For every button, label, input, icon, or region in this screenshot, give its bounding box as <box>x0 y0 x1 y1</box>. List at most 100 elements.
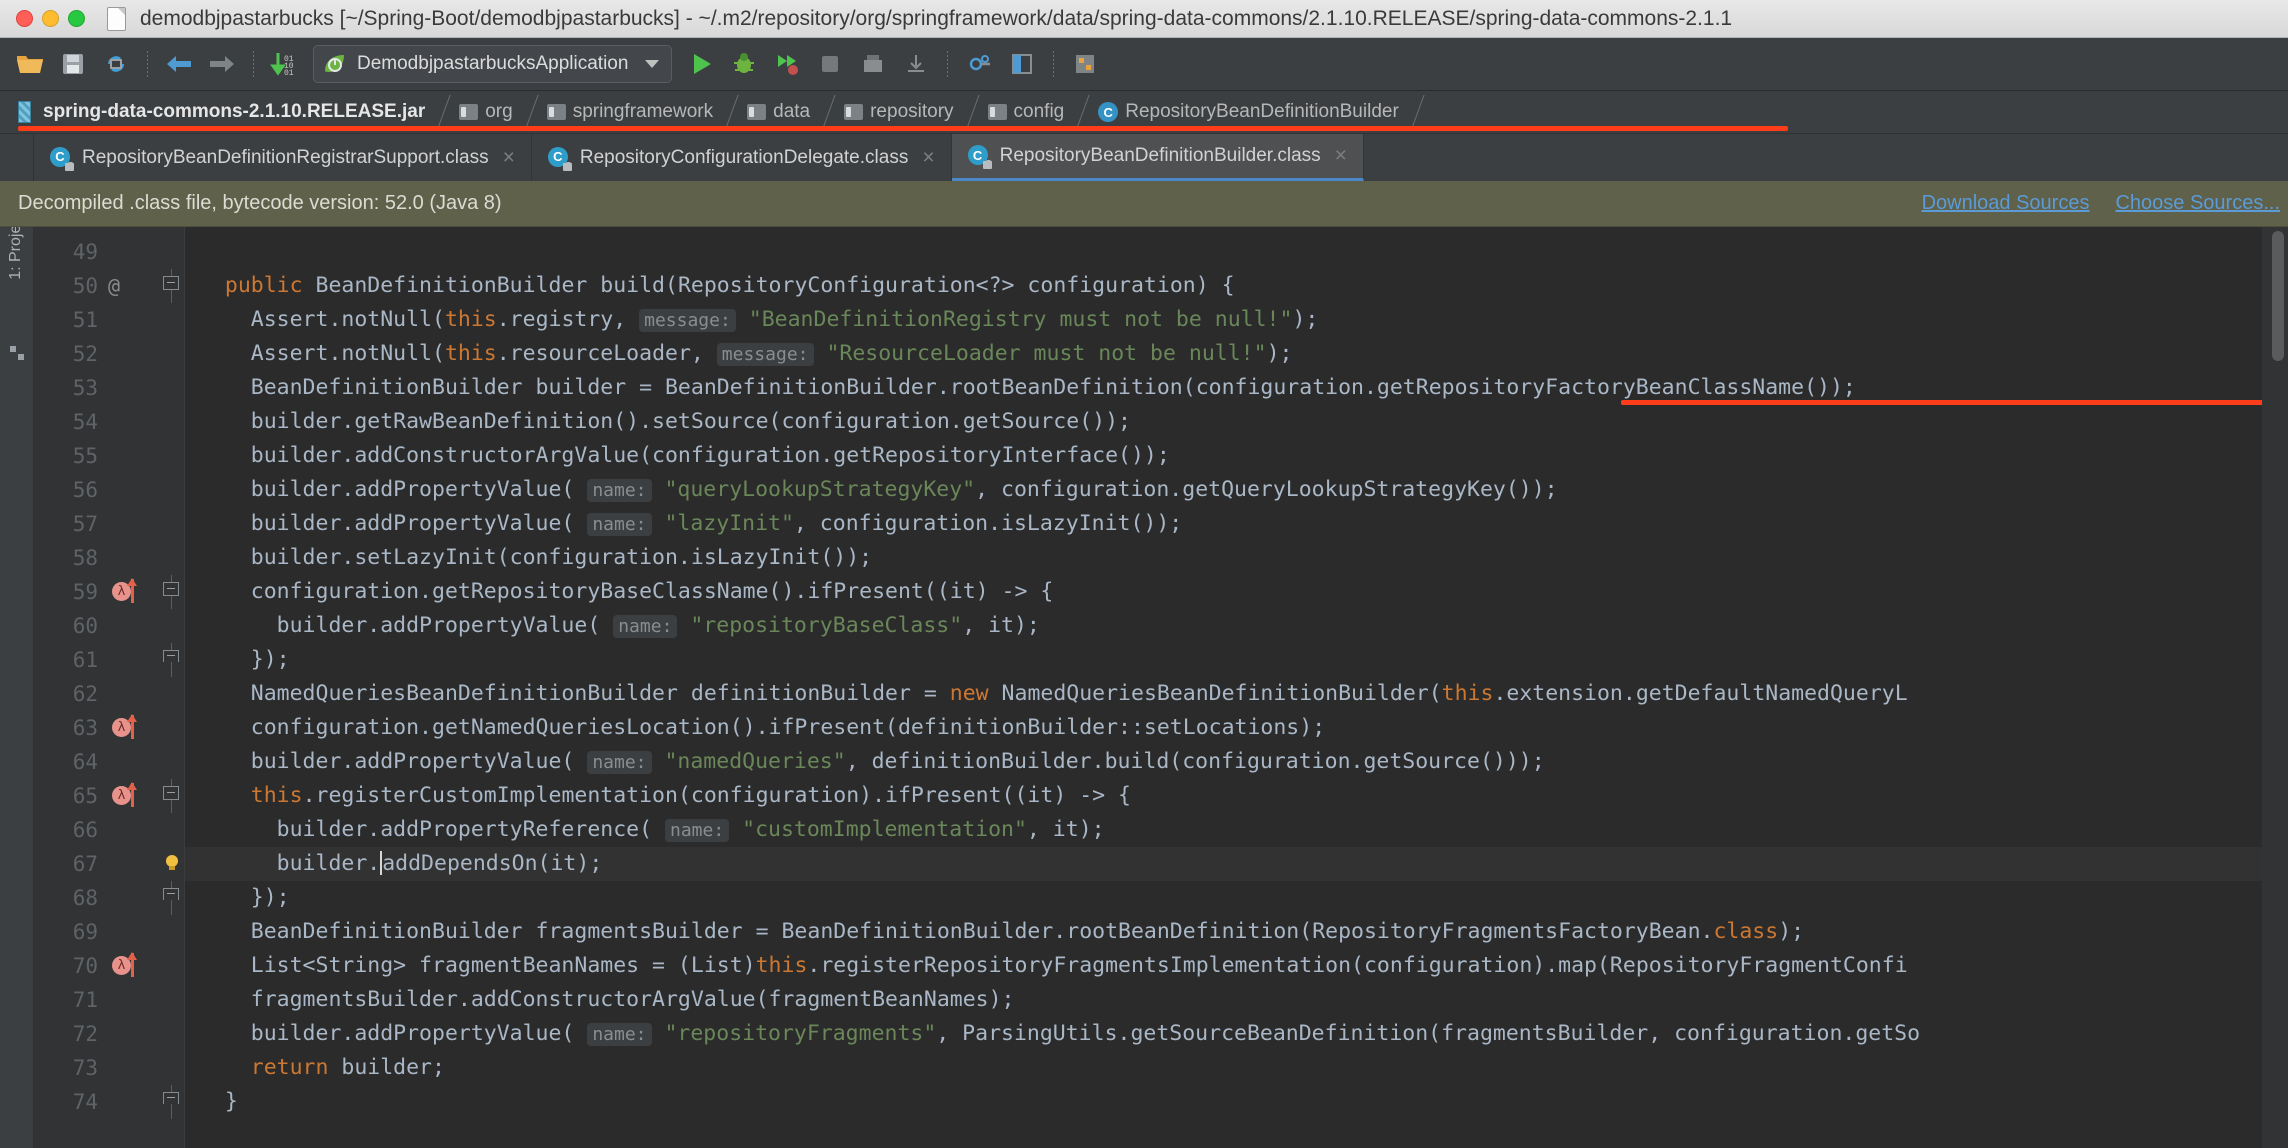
open-folder-icon[interactable] <box>10 44 50 84</box>
gutter-line[interactable]: 71 <box>34 983 184 1017</box>
code-line[interactable]: BeanDefinitionBuilder fragmentsBuilder =… <box>185 915 2262 949</box>
intention-bulb-icon[interactable] <box>162 853 182 873</box>
chevron-down-icon[interactable] <box>645 60 660 68</box>
code-line[interactable]: builder.addPropertyValue( name: "reposit… <box>185 1017 2262 1051</box>
tab-repository-configuration-delegate[interactable]: C RepositoryConfigurationDelegate.class … <box>531 134 952 181</box>
close-icon[interactable]: × <box>922 146 934 170</box>
gutter-line[interactable]: 53 <box>34 371 184 405</box>
tab-repository-bean-definition-builder[interactable]: C RepositoryBeanDefinitionBuilder.class … <box>951 134 1364 181</box>
gutter-line[interactable]: 67 <box>34 847 184 881</box>
code-line[interactable]: return builder; <box>185 1051 2262 1085</box>
code-line[interactable]: configuration.getRepositoryBaseClassName… <box>185 575 2262 609</box>
gutter-line[interactable]: 55 <box>34 439 184 473</box>
code-line[interactable]: Assert.notNull(this.registry, message: "… <box>185 303 2262 337</box>
stop-icon[interactable] <box>810 44 850 84</box>
code-line[interactable]: builder.addConstructorArgValue(configura… <box>185 439 2262 473</box>
gutter-line[interactable]: 68 <box>34 881 184 915</box>
download-icon[interactable] <box>896 44 936 84</box>
gutter-line[interactable]: 74 <box>34 1085 184 1119</box>
gutter-line[interactable]: 63 λ <box>34 711 184 745</box>
save-all-icon[interactable] <box>53 44 93 84</box>
forward-arrow-icon[interactable] <box>202 44 242 84</box>
compile-icon[interactable]: 01 10 01 <box>265 44 305 84</box>
line-number: 62 <box>72 682 98 706</box>
code-line[interactable]: builder.addPropertyValue( name: "namedQu… <box>185 745 2262 779</box>
gutter-line[interactable]: 62 <box>34 677 184 711</box>
code-line[interactable]: builder.getRawBeanDefinition().setSource… <box>185 405 2262 439</box>
gutter-line[interactable]: 61 <box>34 643 184 677</box>
back-arrow-icon[interactable] <box>159 44 199 84</box>
gutter-line[interactable]: 57 <box>34 507 184 541</box>
editor-code[interactable]: public BeanDefinitionBuilder build(Repos… <box>184 227 2262 1148</box>
code-fold-toggle[interactable] <box>163 1092 179 1104</box>
toolbar-separator-3 <box>947 51 949 77</box>
code-line[interactable] <box>185 235 2262 269</box>
editor-right-gutter[interactable] <box>2262 227 2288 1148</box>
gutter-line[interactable]: 56 <box>34 473 184 507</box>
traffic-lights[interactable] <box>16 10 85 27</box>
close-icon[interactable]: × <box>503 146 515 170</box>
code-line[interactable]: NamedQueriesBeanDefinitionBuilder defini… <box>185 677 2262 711</box>
download-sources-link[interactable]: Download Sources <box>1922 192 2090 215</box>
code-fold-toggle[interactable] <box>163 786 179 800</box>
maximize-window-button[interactable] <box>68 10 85 27</box>
code-line[interactable]: } <box>185 1085 2262 1119</box>
code-line[interactable]: builder.addPropertyValue( name: "lazyIni… <box>185 507 2262 541</box>
editor-gutter[interactable]: 49 50 @51 52 53 54 55 56 57 58 59 λ 60 61 62 63 λ 64 65 λ 66… <box>34 227 184 1148</box>
gutter-line[interactable]: 65 λ <box>34 779 184 813</box>
code-line[interactable]: builder.setLazyInit(configuration.isLazy… <box>185 541 2262 575</box>
gutter-line[interactable]: 64 <box>34 745 184 779</box>
run-configuration-selector[interactable]: DemodbjpastarbucksApplication <box>313 45 673 83</box>
tab-repository-bean-definition-registrar-support[interactable]: C RepositoryBeanDefinitionRegistrarSuppo… <box>34 134 532 181</box>
structure-icon[interactable] <box>9 345 25 361</box>
close-window-button[interactable] <box>16 10 33 27</box>
gutter-line[interactable]: 59 λ <box>34 575 184 609</box>
gutter-line[interactable]: 52 <box>34 337 184 371</box>
code-fold-toggle[interactable] <box>163 888 179 900</box>
code-line[interactable]: configuration.getNamedQueriesLocation().… <box>185 711 2262 745</box>
minimize-window-button[interactable] <box>42 10 59 27</box>
run-coverage-icon[interactable] <box>767 44 807 84</box>
gutter-line[interactable]: 54 <box>34 405 184 439</box>
code-line[interactable]: }); <box>185 881 2262 915</box>
code-line[interactable]: builder.addPropertyValue( name: "reposit… <box>185 609 2262 643</box>
code-fold-toggle[interactable] <box>163 650 179 662</box>
line-number: 72 <box>72 1022 98 1046</box>
gutter-line[interactable]: 72 <box>34 1017 184 1051</box>
gutter-line[interactable]: 49 <box>34 235 184 269</box>
code-line[interactable]: builder.addPropertyReference( name: "cus… <box>185 813 2262 847</box>
settings-icon[interactable] <box>959 44 999 84</box>
structure-icon[interactable] <box>1065 44 1105 84</box>
code-line[interactable]: Assert.notNull(this.resourceLoader, mess… <box>185 337 2262 371</box>
sync-refresh-icon[interactable] <box>96 44 136 84</box>
close-icon[interactable]: × <box>1335 144 1347 168</box>
gutter-line[interactable]: 60 <box>34 609 184 643</box>
code-line[interactable]: builder.addPropertyValue( name: "queryLo… <box>185 473 2262 507</box>
gutter-line[interactable]: 58 <box>34 541 184 575</box>
implementing-arrow-icon[interactable] <box>127 952 137 977</box>
code-line[interactable]: this.registerCustomImplementation(config… <box>185 779 2262 813</box>
code-line[interactable]: builder.addDependsOn(it); <box>185 847 2262 881</box>
sidebar-item-project[interactable]: 1: Project <box>7 227 25 286</box>
code-line[interactable]: fragmentsBuilder.addConstructorArgValue(… <box>185 983 2262 1017</box>
gutter-line[interactable]: 69 <box>34 915 184 949</box>
gutter-line[interactable]: 51 <box>34 303 184 337</box>
run-icon[interactable] <box>681 44 721 84</box>
implementing-arrow-icon[interactable] <box>127 782 137 807</box>
implementing-arrow-icon[interactable] <box>127 714 137 739</box>
code-line[interactable]: public BeanDefinitionBuilder build(Repos… <box>185 269 2262 303</box>
code-line[interactable]: List<String> fragmentBeanNames = (List)t… <box>185 949 2262 983</box>
gutter-line[interactable]: 66 <box>34 813 184 847</box>
choose-sources-link[interactable]: Choose Sources... <box>2115 192 2280 215</box>
gutter-line[interactable]: 50 @ <box>34 269 184 303</box>
implementing-arrow-icon[interactable] <box>127 578 137 603</box>
code-fold-toggle[interactable] <box>163 276 179 290</box>
gutter-line[interactable]: 73 <box>34 1051 184 1085</box>
build-icon[interactable] <box>853 44 893 84</box>
code-line[interactable]: }); <box>185 643 2262 677</box>
vertical-scrollbar[interactable] <box>2272 231 2284 361</box>
debug-icon[interactable] <box>724 44 764 84</box>
code-fold-toggle[interactable] <box>163 582 179 596</box>
layout-icon[interactable] <box>1002 44 1042 84</box>
gutter-line[interactable]: 70 λ <box>34 949 184 983</box>
